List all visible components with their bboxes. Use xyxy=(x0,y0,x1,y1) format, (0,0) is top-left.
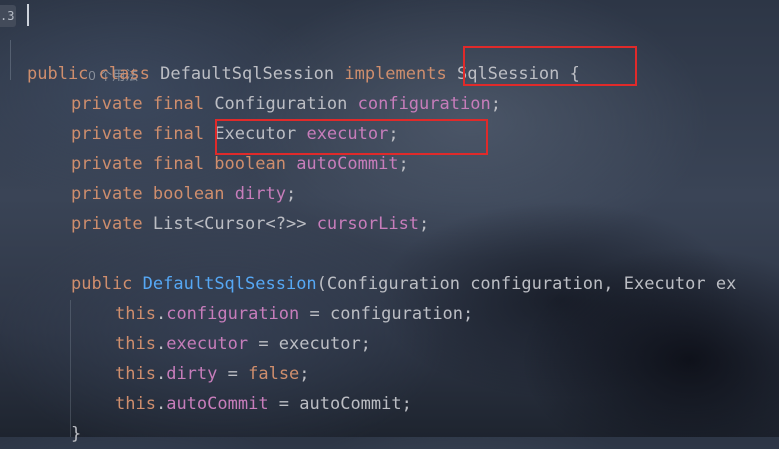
keyword-implements: implements xyxy=(344,64,447,84)
assign-executor: this.executor = executor; xyxy=(115,334,371,354)
closing-brace: } xyxy=(71,424,82,444)
indent-guide xyxy=(70,300,71,437)
editor-gutter: .3 xyxy=(0,0,22,437)
assigned-field: dirty xyxy=(166,364,218,384)
keyword-this: this xyxy=(115,364,156,384)
class-name: DefaultSqlSession xyxy=(160,64,335,84)
field-name: autoCommit xyxy=(296,154,399,174)
assigned-field: autoCommit xyxy=(166,394,269,414)
assign-autocommit: this.autoCommit = autoCommit; xyxy=(115,394,412,414)
usages-hint[interactable]: 0 个用法 xyxy=(27,30,138,83)
semicolon: ; xyxy=(419,214,430,234)
field-name: cursorList xyxy=(316,214,420,234)
field-modifiers: private xyxy=(71,214,143,234)
constructor-name: DefaultSqlSession xyxy=(142,274,317,294)
assignment-rhs: = configuration; xyxy=(299,304,474,324)
literal-false: false xyxy=(248,364,300,384)
constructor-params: (Configuration configuration, Executor e… xyxy=(316,274,737,294)
fold-indicator[interactable] xyxy=(2,40,11,80)
assigned-field: configuration xyxy=(166,304,300,324)
assign-configuration: this.configuration = configuration; xyxy=(115,304,474,324)
annotation-box-sqlsession xyxy=(463,46,637,86)
annotation-box-executor xyxy=(215,119,488,155)
keyword-class: class xyxy=(98,64,150,84)
semicolon: ; xyxy=(285,184,297,204)
assignment-rhs: = executor; xyxy=(248,334,371,354)
field-cursorlist: private List<Cursor<?>> cursorList; xyxy=(71,209,429,239)
assignment-rhs: = autoCommit; xyxy=(268,394,412,414)
constructor-signature: public DefaultSqlSession(Configuration c… xyxy=(71,269,736,299)
field-modifiers: private final boolean xyxy=(71,154,286,174)
field-name: configuration xyxy=(357,94,491,114)
keyword-this: this xyxy=(115,394,156,414)
field-modifiers: private final xyxy=(71,124,205,144)
code-area[interactable]: 0 个用法 public class DefaultSqlSession imp… xyxy=(27,0,779,444)
code-editor[interactable]: .3 0 个用法 public class DefaultSqlSession … xyxy=(0,0,779,444)
assign-dirty: this.dirty = false; xyxy=(115,364,310,384)
line-number: .3 xyxy=(0,5,16,27)
assigned-field: executor xyxy=(166,334,249,354)
closing-brace-line: } xyxy=(71,419,81,449)
field-configuration: private final Configuration configuratio… xyxy=(71,89,501,119)
keyword-this: this xyxy=(115,334,156,354)
field-type: List<Cursor<?>> xyxy=(152,214,307,234)
keyword-public: public xyxy=(71,274,133,294)
field-modifiers: private final xyxy=(71,94,205,114)
semicolon: ; xyxy=(398,154,409,174)
keyword-public: public xyxy=(27,64,89,84)
semicolon: ; xyxy=(490,94,501,114)
assignment-operator: = xyxy=(217,364,249,384)
field-modifiers: private boolean xyxy=(71,184,225,204)
semicolon: ; xyxy=(299,364,310,384)
field-dirty: private boolean dirty; xyxy=(71,179,296,209)
field-name: dirty xyxy=(234,184,286,204)
field-type: Configuration xyxy=(214,94,348,114)
keyword-this: this xyxy=(115,304,156,324)
